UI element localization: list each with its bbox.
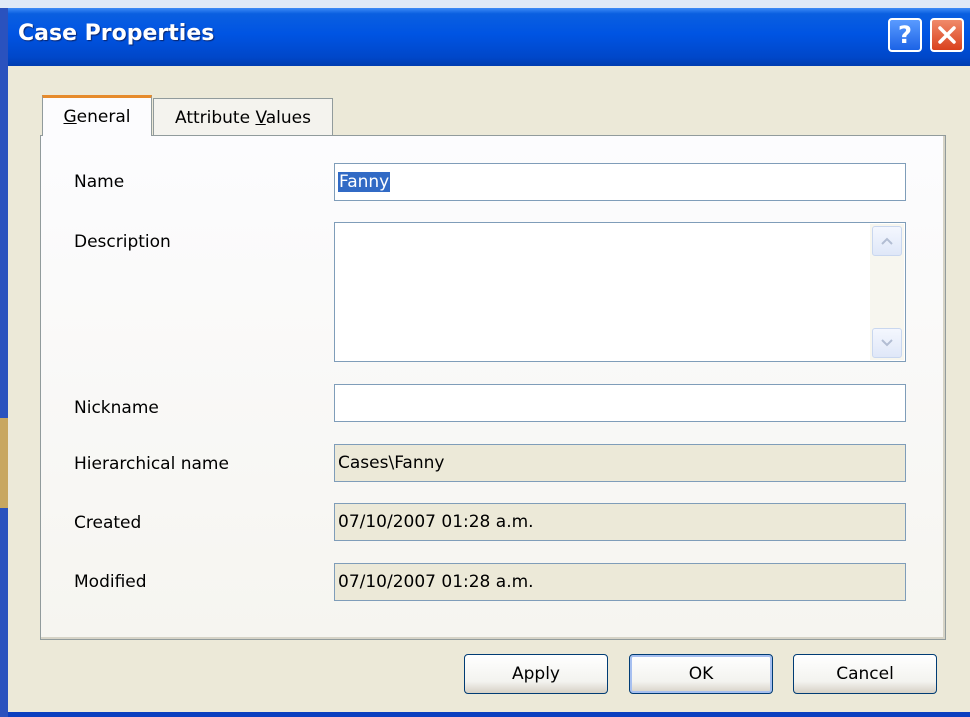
window-frame-bottom xyxy=(8,712,970,717)
chevron-up-icon xyxy=(881,237,893,245)
nickname-field[interactable] xyxy=(334,384,906,422)
scroll-up-button[interactable] xyxy=(872,226,902,256)
dialog-title: Case Properties xyxy=(18,21,215,46)
created-label: Created xyxy=(74,513,142,533)
name-field[interactable]: Fanny xyxy=(334,163,906,201)
description-scrollbar[interactable] xyxy=(870,224,904,360)
apply-button[interactable]: Apply xyxy=(464,654,608,694)
tab-attribute-values-label: Attribute Values xyxy=(174,107,311,128)
scroll-down-button[interactable] xyxy=(872,328,902,358)
created-value: 07/10/2007 01:28 a.m. xyxy=(338,512,534,532)
help-button[interactable]: ? xyxy=(888,18,922,52)
hierarchical-name-value: Cases\Fanny xyxy=(338,453,445,473)
case-properties-dialog: Case Properties ? General Attribute Valu… xyxy=(8,8,970,717)
modified-label: Modified xyxy=(74,572,147,592)
nickname-label: Nickname xyxy=(74,398,159,418)
tab-general[interactable]: General xyxy=(42,95,152,136)
ok-button[interactable]: OK xyxy=(629,654,773,694)
cancel-button[interactable]: Cancel xyxy=(793,654,937,694)
description-field[interactable] xyxy=(334,222,906,362)
background-app-edge xyxy=(0,8,8,717)
tab-attribute-values[interactable]: Attribute Values xyxy=(153,98,333,136)
modified-field: 07/10/2007 01:28 a.m. xyxy=(334,563,906,601)
chevron-down-icon xyxy=(881,339,893,347)
tab-general-label: General xyxy=(63,107,131,127)
close-icon xyxy=(938,26,956,44)
hierarchical-name-label: Hierarchical name xyxy=(74,454,229,474)
name-label: Name xyxy=(74,172,125,192)
background-app-notch xyxy=(0,418,8,508)
titlebar[interactable]: Case Properties ? xyxy=(8,8,970,66)
hierarchical-name-field: Cases\Fanny xyxy=(334,444,906,482)
name-field-value: Fanny xyxy=(338,172,391,192)
close-button[interactable] xyxy=(930,18,964,52)
created-field: 07/10/2007 01:28 a.m. xyxy=(334,503,906,541)
description-label: Description xyxy=(74,232,171,252)
modified-value: 07/10/2007 01:28 a.m. xyxy=(338,572,534,592)
help-icon: ? xyxy=(898,21,912,49)
background-app-strip xyxy=(0,0,970,8)
